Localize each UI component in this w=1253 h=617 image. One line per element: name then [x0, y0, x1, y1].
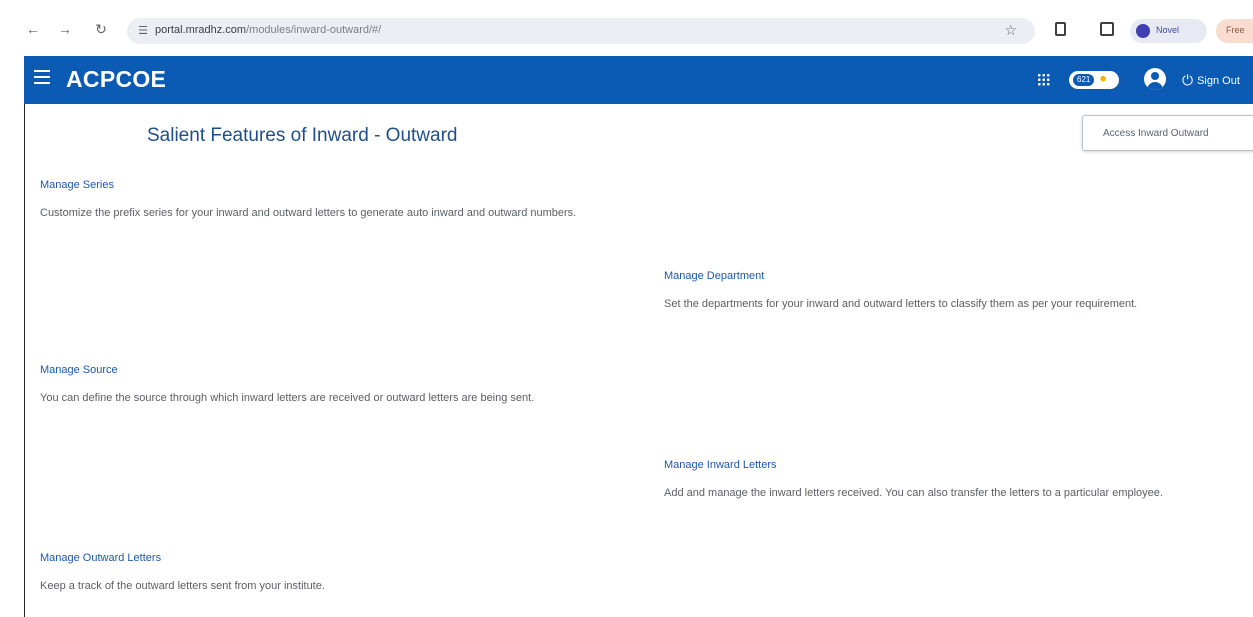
sign-out-button[interactable]: ⏻ Sign Out	[1182, 72, 1240, 89]
feature-title: Manage Outward Letters	[40, 552, 162, 564]
trophy-icon: ⚫	[1098, 72, 1109, 86]
bookmark-star-icon[interactable]: ☆	[1004, 22, 1017, 39]
alt-profile-button[interactable]: Free	[1216, 19, 1253, 43]
page-title: Salient Features of Inward - Outward	[147, 125, 458, 146]
content-left-border	[24, 104, 25, 617]
feature-title: Manage Inward Letters	[664, 459, 777, 471]
user-avatar-icon[interactable]	[1144, 68, 1166, 90]
profile-label: Novel	[1156, 25, 1180, 35]
alt-profile-label: Free	[1226, 25, 1245, 35]
sign-out-label: Sign Out	[1197, 75, 1240, 87]
address-bar[interactable]: ☰ portal.mradhz.com/modules/inward-outwa…	[127, 18, 1035, 44]
profile-avatar-icon	[1136, 24, 1150, 38]
site-settings-icon[interactable]: ☰	[135, 23, 151, 39]
feature-description: You can define the source through which …	[40, 392, 535, 404]
side-panel-icon[interactable]	[1100, 22, 1114, 36]
feature-title: Manage Department	[664, 270, 765, 282]
forward-arrow-icon[interactable]: →	[57, 21, 73, 37]
extension-icon[interactable]	[1055, 22, 1066, 36]
profile-button[interactable]: Novel	[1130, 19, 1207, 43]
access-inward-outward-button[interactable]: Access Inward Outward	[1082, 115, 1253, 151]
points-badge[interactable]: 621 ⚫	[1069, 71, 1119, 89]
back-arrow-icon[interactable]: ←	[25, 21, 41, 37]
feature-title: Manage Series	[40, 179, 114, 191]
feature-description: Keep a track of the outward letters sent…	[40, 580, 325, 592]
power-icon: ⏻	[1182, 72, 1194, 88]
address-url: portal.mradhz.com/modules/inward-outward…	[155, 24, 382, 36]
feature-description: Customize the prefix series for your inw…	[40, 207, 577, 219]
feature-description: Add and manage the inward letters receiv…	[664, 487, 1163, 499]
badge-count: 621	[1073, 74, 1095, 86]
hamburger-menu-icon[interactable]	[34, 70, 50, 88]
browser-toolbar: ← → ↻ ☰ portal.mradhz.com/modules/inward…	[0, 0, 1253, 55]
reload-icon[interactable]: ↻	[93, 21, 109, 37]
brand-name: ACPCOE	[66, 66, 167, 92]
feature-description: Set the departments for your inward and …	[664, 298, 1138, 310]
apps-grid-icon[interactable]	[1037, 73, 1050, 86]
app-header: ACPCOE 621 ⚫ ⏻ Sign Out	[24, 56, 1253, 104]
feature-title: Manage Source	[40, 364, 118, 376]
